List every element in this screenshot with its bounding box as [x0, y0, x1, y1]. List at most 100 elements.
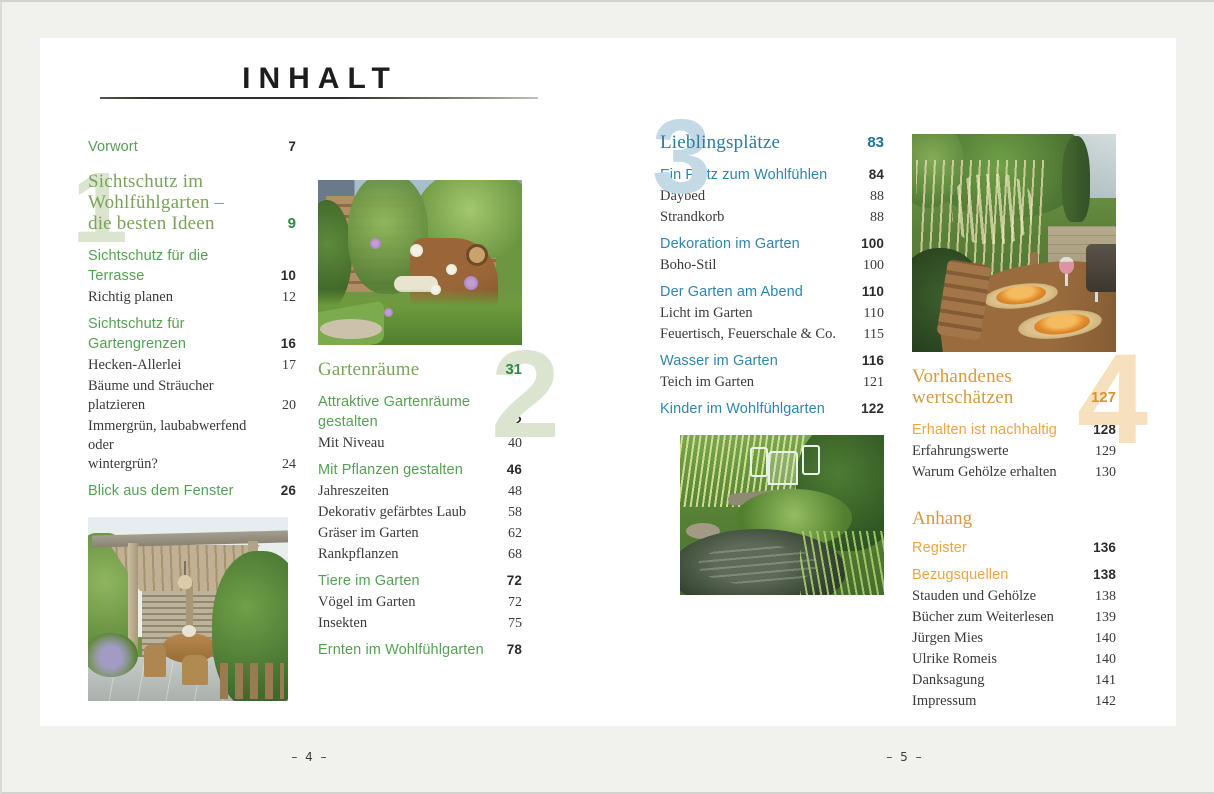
toc-entry: Licht im Garten 110 [660, 304, 884, 323]
toc-entry-page: 17 [268, 356, 296, 375]
toc-entry: Bücher zum Weiterlesen 139 [912, 608, 1116, 627]
chapter-title: Lieblingsplätze [660, 132, 780, 153]
wine-glass [1059, 257, 1074, 274]
toc-entry: Hecken-Allerlei17 [88, 356, 296, 375]
toc-entry-label: Bücher zum Weiterlesen [912, 608, 1054, 627]
toc-entry-label: Immergrün, laubabwerfend oderwintergrün? [88, 417, 268, 474]
chapter-title: Gartenräume [318, 359, 419, 380]
toc-entry: Jürgen Mies140 [912, 629, 1116, 648]
toc-entry: Dekorativ gefärbtes Laub 58 [318, 503, 522, 522]
cypress [1062, 136, 1090, 222]
toc-entry-page: 68 [494, 545, 522, 564]
white-bistro-chair [750, 447, 768, 477]
toc-entry-page: 24 [268, 455, 296, 474]
toc-entry-label: Dekorativ gefärbtes Laub [318, 503, 466, 522]
toc-entry-label: Bäume und Sträucher platzieren [88, 377, 268, 415]
title-underline [100, 97, 538, 99]
toc-entry: Impressum142 [912, 692, 1116, 711]
toc-entry-page: 141 [1088, 671, 1116, 690]
toc-entry-page: 62 [494, 524, 522, 543]
allium-flower [430, 284, 441, 295]
toc-entry-page: 110 [856, 304, 884, 323]
hanging-lamp [178, 575, 192, 589]
toc-entry-page: 140 [1088, 650, 1116, 669]
toc-entry-label: Mit Pflanzen gestalten [318, 460, 463, 480]
toc-entry-page: 100 [856, 234, 884, 254]
toc-entry-label: Rankpflanzen [318, 545, 399, 564]
toc-entry-label: Attraktive Gartenräume gestalten [318, 392, 494, 432]
chapter-1-heading: 1Sichtschutz imWohlfühlgarten –die beste… [88, 171, 296, 234]
white-bistro-chair [802, 445, 820, 475]
toc-entry: Sichtschutz für Gartengrenzen16 [88, 314, 296, 354]
toc-entry-page: 84 [856, 165, 884, 185]
toc-entry-label: Jürgen Mies [912, 629, 983, 648]
garden-strandkorb-photo [318, 180, 522, 345]
toc-entry-page: 139 [1088, 608, 1116, 627]
allium-flower [464, 276, 478, 290]
toc-entry-label: Register [912, 538, 967, 558]
toc-entry-label: Teich im Garten [660, 373, 754, 392]
white-bistro-table [768, 451, 798, 485]
toc-entry-page: 122 [856, 399, 884, 419]
toc-entry-label: Warum Gehölze erhalten [912, 463, 1057, 482]
chapter-page-number: 83 [856, 132, 884, 153]
toc-entry-page: 72 [494, 593, 522, 612]
toc-entry-label: Vögel im Garten [318, 593, 415, 612]
gravel-path [320, 319, 382, 339]
toc-entry-page: 110 [856, 282, 884, 302]
wicker-chair [144, 645, 166, 677]
allium-flower [370, 238, 381, 249]
toc-entry-label: Dekoration im Garten [660, 234, 800, 254]
toc-entry: Tiere im Garten 72 [318, 571, 522, 591]
toc-entry-page: 58 [494, 503, 522, 522]
toc-entry-page: 20 [268, 396, 296, 415]
toc-entry-label: Tiere im Garten [318, 571, 420, 591]
toc-entry-page: 116 [856, 351, 884, 371]
toc-entry: Jahreszeiten48 [318, 482, 522, 501]
toc-entry: Insekten75 [318, 614, 522, 633]
table-bouquet [182, 625, 196, 637]
toc-entry-label: Gräser im Garten [318, 524, 419, 543]
toc-entry: Kinder im Wohlfühlgarten 122 [660, 399, 884, 419]
toc-entry-label: Ernten im Wohlfühlgarten [318, 640, 484, 660]
toc-entry-page: 121 [856, 373, 884, 392]
toc-entry-label: Kinder im Wohlfühlgarten [660, 399, 825, 419]
chapter-2-heading: 2Gartenräume31 [318, 359, 522, 380]
toc-entry-page: 72 [494, 571, 522, 591]
allium-flower [446, 264, 457, 275]
toc-entry-page: 12 [268, 288, 296, 307]
garden-pond-photo [680, 435, 884, 595]
book-scan-background: INHALT Vorwort71Sichtschutz imWohlfühlga… [0, 0, 1214, 794]
toc-entry-page: 138 [1088, 587, 1116, 606]
page-title: INHALT [102, 64, 538, 94]
lantern [1086, 244, 1116, 292]
toc-entry-label: Erhalten ist nachhaltig [912, 420, 1057, 440]
toc-entry: Stauden und Gehölze138 [912, 587, 1116, 606]
toc-entry: Immergrün, laubabwerfend oderwintergrün?… [88, 417, 296, 474]
chapter-title: Sichtschutz imWohlfühlgarten –die besten… [88, 171, 224, 234]
toc-entry: Ernten im Wohlfühlgarten78 [318, 640, 522, 660]
toc-entry: Danksagung 141 [912, 671, 1116, 690]
toc-entry: Gräser im Garten 62 [318, 524, 522, 543]
toc-entry: Teich im Garten 121 [660, 373, 884, 392]
pergola-terrace-photo [88, 517, 288, 701]
toc-entry: Vögel im Garten 72 [318, 593, 522, 612]
toc-entry: Boho-Stil100 [660, 256, 884, 275]
toc-entry-label: Der Garten am Abend [660, 282, 803, 302]
toc-entry-label: Blick aus dem Fenster [88, 481, 234, 501]
toc-entry-page: 136 [1088, 538, 1116, 558]
toc-entry-page: 48 [494, 482, 522, 501]
toc-entry-label: Bezugsquellen [912, 565, 1008, 585]
chapter-page-number: 9 [268, 213, 296, 234]
toc-entry: Der Garten am Abend 110 [660, 282, 884, 302]
toc-entry-page: 7 [268, 137, 296, 157]
toc-entry-label: Danksagung [912, 671, 985, 690]
toc-entry: Feuertisch, Feuerschale & Co.115 [660, 325, 884, 344]
toc-entry-page: 100 [856, 256, 884, 275]
toc-entry-label: Licht im Garten [660, 304, 753, 323]
toc-entry-page: 10 [268, 266, 296, 286]
reeds [800, 531, 884, 595]
toc-entry-page: 26 [268, 481, 296, 501]
toc-entry: Bäume und Sträucher platzieren20 [88, 377, 296, 415]
toc-entry-label: Wasser im Garten [660, 351, 778, 371]
